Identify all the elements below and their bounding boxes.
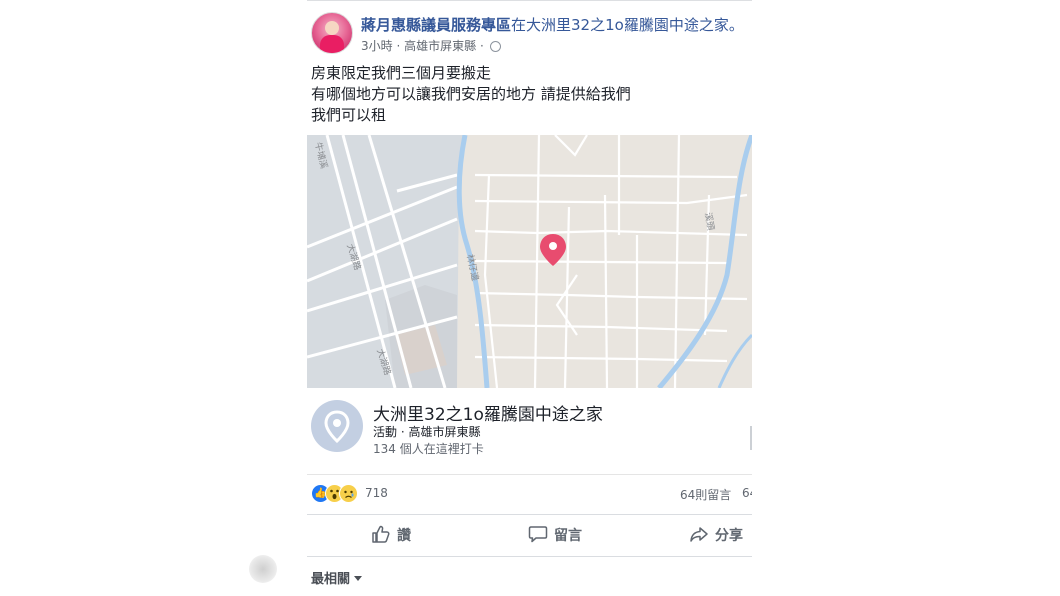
reactions-divider bbox=[307, 514, 752, 515]
place-name[interactable]: 大洲里32之1o羅騰園中途之家 bbox=[373, 400, 603, 425]
avatar-face bbox=[325, 21, 339, 35]
post-line: 我們可以租 bbox=[311, 106, 387, 124]
action-bar: 讚 留言 分享 bbox=[307, 516, 752, 556]
post-time[interactable]: 3小時 bbox=[361, 39, 393, 53]
map-preview[interactable]: 大湖路 大湖路 林仔邊 牛埔溪 溪頭 bbox=[307, 135, 752, 388]
sort-label: 最相關 bbox=[311, 572, 351, 587]
place-pin-icon bbox=[311, 400, 363, 452]
page-name-link[interactable]: 蔣月惠縣議員服務專區 bbox=[361, 16, 511, 34]
meta-dot: · bbox=[479, 39, 488, 53]
share-count-cut[interactable]: 64 bbox=[742, 486, 752, 500]
post-title: 蔣月惠縣議員服務專區在大洲里32之1o羅騰園中途之家。 bbox=[361, 14, 744, 35]
comment-count[interactable]: 64則留言 bbox=[680, 486, 731, 503]
place-card[interactable]: 大洲里32之1o羅騰園中途之家 活動 · 高雄市屏東縣 134 個人在這裡打卡 bbox=[307, 388, 752, 475]
place-checkins: 134 個人在這裡打卡 bbox=[373, 442, 484, 456]
place-category: 活動 · 高雄市屏東縣 bbox=[373, 425, 481, 439]
reactions-bar: 👍 718 64則留言 64 bbox=[311, 484, 752, 504]
map-canvas: 大湖路 大湖路 林仔邊 牛埔溪 溪頭 bbox=[307, 135, 752, 388]
like-button[interactable]: 讚 bbox=[371, 524, 411, 545]
share-label: 分享 bbox=[715, 528, 743, 544]
sad-icon bbox=[339, 484, 358, 503]
place-card-edge bbox=[750, 426, 752, 450]
comment-button[interactable]: 留言 bbox=[528, 524, 582, 545]
share-button[interactable]: 分享 bbox=[689, 524, 743, 545]
comment-label: 留言 bbox=[554, 528, 582, 544]
facebook-post: 蔣月惠縣議員服務專區在大洲里32之1o羅騰園中途之家。 3小時 · 高雄市屏東縣… bbox=[307, 0, 752, 596]
post-line: 有哪個地方可以讓我們安居的地方 請提供給我們 bbox=[311, 85, 631, 103]
actions-divider bbox=[307, 556, 752, 557]
post-header: 蔣月惠縣議員服務專區在大洲里32之1o羅騰園中途之家。 3小時 · 高雄市屏東縣… bbox=[311, 12, 752, 56]
reaction-count[interactable]: 718 bbox=[365, 486, 388, 500]
globe-icon[interactable] bbox=[489, 41, 501, 52]
page-avatar[interactable] bbox=[311, 12, 353, 54]
post-meta: 3小時 · 高雄市屏東縣 · bbox=[361, 37, 501, 54]
thumbs-up-icon bbox=[372, 525, 390, 543]
post-body: 房東限定我們三個月要搬走 有哪個地方可以讓我們安居的地方 請提供給我們 我們可以… bbox=[311, 63, 631, 126]
post-line: 房東限定我們三個月要搬走 bbox=[311, 64, 492, 82]
post-location[interactable]: 高雄市屏東縣 bbox=[404, 39, 476, 53]
comment-bubble-icon bbox=[528, 526, 548, 543]
avatar-body bbox=[320, 35, 344, 53]
location-link[interactable]: 在大洲里32之1o羅騰園中途之家。 bbox=[511, 16, 744, 34]
like-label: 讚 bbox=[397, 528, 411, 544]
share-arrow-icon bbox=[690, 527, 708, 542]
meta-dot: · bbox=[396, 39, 405, 53]
blurred-avatar bbox=[249, 555, 277, 583]
caret-down-icon bbox=[354, 576, 363, 581]
comment-sort-dropdown[interactable]: 最相關 bbox=[311, 568, 363, 587]
